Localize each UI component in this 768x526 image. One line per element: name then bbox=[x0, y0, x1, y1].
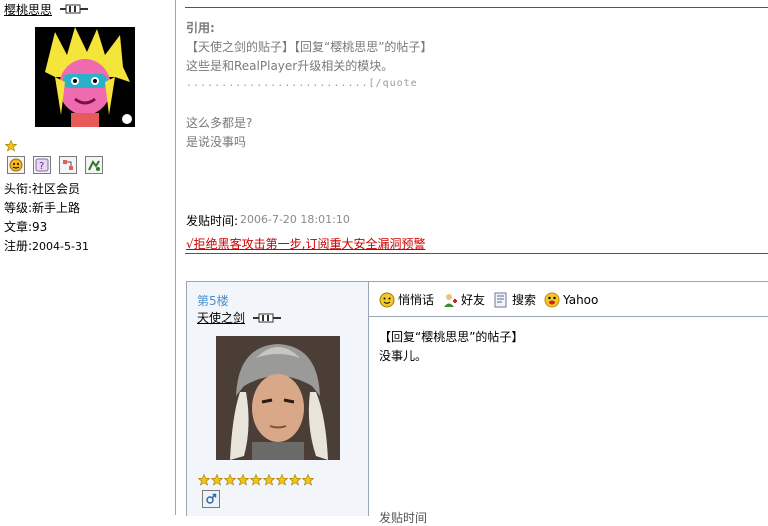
post-5-reply-title: 【回复“樱桃思思”的帖子】 bbox=[379, 330, 524, 344]
post-5-user-name-link[interactable]: 天使之剑 bbox=[197, 309, 245, 326]
plug-icon bbox=[253, 313, 281, 323]
post-body-line-1: 这么多都是? bbox=[186, 116, 253, 130]
friend-icon bbox=[444, 293, 458, 307]
search-icon bbox=[494, 292, 507, 307]
security-ad-link[interactable]: √拒绝黑客攻击第一步,订阅重大安全漏洞预警 bbox=[186, 235, 425, 252]
user-posts-row: 文章:93 bbox=[4, 218, 47, 235]
warrior-portrait-image bbox=[216, 336, 340, 460]
star-icon bbox=[237, 474, 249, 486]
private-message-button[interactable]: 悄悄话 bbox=[379, 291, 434, 308]
plug-icon bbox=[60, 4, 88, 14]
post-5-separator bbox=[368, 282, 369, 516]
posts-label: 文章: bbox=[4, 220, 33, 234]
star-icon bbox=[211, 474, 223, 486]
title-value: 社区会员 bbox=[32, 182, 81, 196]
smiley-message-icon bbox=[379, 292, 395, 307]
post-time-value: 2006-7-20 18:01:10 bbox=[240, 213, 350, 226]
star-icon bbox=[5, 140, 17, 152]
register-label: 注册: bbox=[4, 239, 33, 253]
quote-line-2: 这些是和RealPlayer升级相关的模块。 bbox=[186, 59, 394, 73]
user-name-link[interactable]: 樱桃思思 bbox=[4, 1, 52, 18]
help-icon[interactable]: ? bbox=[33, 156, 51, 174]
user-level-row: 等级:新手上路 bbox=[4, 199, 80, 216]
title-label: 头衔: bbox=[4, 182, 33, 196]
user-avatar bbox=[35, 27, 135, 127]
level-label: 等级: bbox=[4, 201, 33, 215]
search-button[interactable]: 搜索 bbox=[493, 291, 536, 308]
post-5-user-avatar bbox=[216, 336, 340, 460]
add-friend-button[interactable]: 好友 bbox=[442, 291, 485, 308]
post-time-label: 发贴时间: bbox=[186, 214, 239, 228]
yahoo-button[interactable]: Yahoo bbox=[544, 292, 598, 308]
homepage-icon[interactable] bbox=[85, 156, 103, 174]
floor-number: 第5楼 bbox=[197, 294, 229, 308]
posts-value: 93 bbox=[32, 220, 48, 234]
network-icon[interactable] bbox=[59, 156, 77, 174]
post-5-action-rule bbox=[369, 316, 768, 317]
svg-text:?: ? bbox=[39, 161, 44, 172]
post-body-line-2: 是说没事吗 bbox=[186, 135, 247, 149]
user-action-icons: ? bbox=[7, 156, 103, 174]
quote-line-1: 【天使之剑的贴子】【回复“樱桃思思”的帖子】 bbox=[186, 40, 433, 54]
star-icon bbox=[198, 474, 210, 486]
quote-label: 引用: bbox=[186, 21, 215, 35]
post-5-body: 没事儿。 bbox=[379, 349, 428, 363]
private-message-label: 悄悄话 bbox=[398, 293, 435, 307]
profile-icon[interactable] bbox=[7, 156, 25, 174]
post-bottom-rule bbox=[185, 253, 768, 254]
star-icon bbox=[276, 474, 288, 486]
star-icon bbox=[250, 474, 262, 486]
post-5-user-panel: 第5楼 天使之剑 bbox=[187, 282, 368, 516]
level-value: 新手上路 bbox=[32, 201, 81, 215]
male-icon bbox=[202, 490, 220, 508]
quote-dots: ..........................[/quote bbox=[186, 78, 418, 89]
post-top-rule bbox=[185, 7, 768, 8]
star-icon bbox=[224, 474, 236, 486]
register-value: 2004-5-31 bbox=[32, 240, 89, 253]
column-divider bbox=[175, 0, 176, 515]
rank-stars bbox=[198, 474, 314, 486]
post-5-action-bar: 悄悄话 好友 搜索 Yahoo bbox=[379, 291, 598, 308]
avatar-cartoon-image bbox=[35, 27, 135, 127]
post-5-time-label-partial: 发贴时间 bbox=[379, 511, 428, 525]
yahoo-messenger-icon bbox=[544, 292, 560, 307]
post-5: 第5楼 天使之剑 悄悄话 好友 搜索 Yahoo 【回复“樱桃思思”的帖子】 没… bbox=[186, 281, 768, 525]
star-icon bbox=[263, 474, 275, 486]
star-icon bbox=[289, 474, 301, 486]
star-icon bbox=[302, 474, 314, 486]
user-register-row: 注册:2004-5-31 bbox=[4, 237, 89, 254]
search-label: 搜索 bbox=[512, 293, 537, 307]
user-title-row: 头衔:社区会员 bbox=[4, 180, 80, 197]
add-friend-label: 好友 bbox=[461, 293, 486, 307]
yahoo-label: Yahoo bbox=[563, 292, 599, 307]
